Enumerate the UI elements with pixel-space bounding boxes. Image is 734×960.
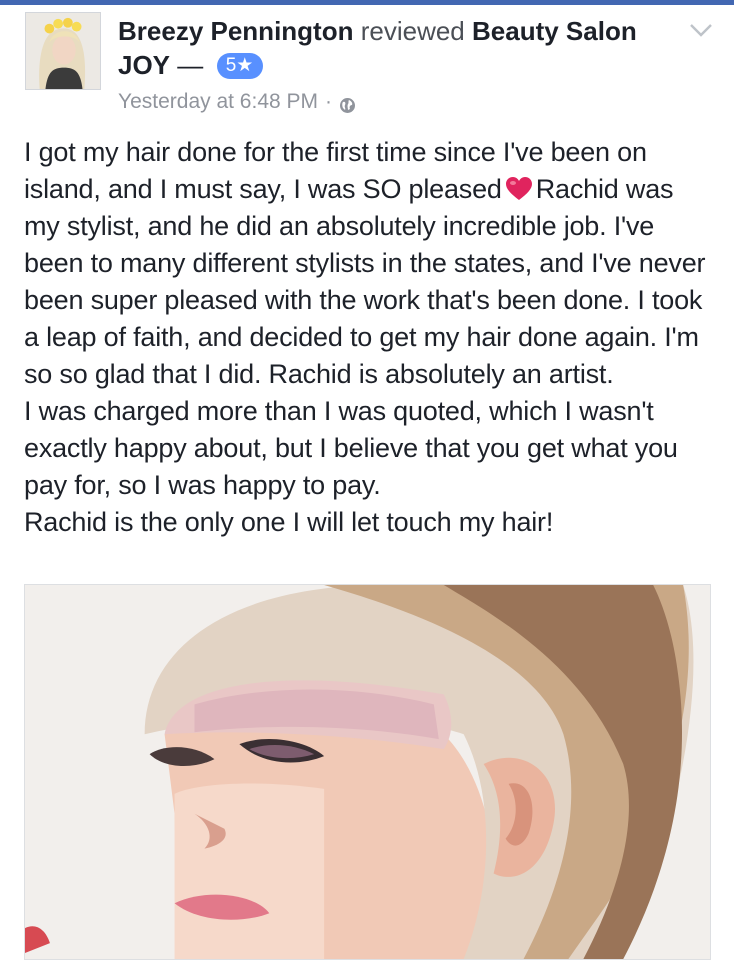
avatar[interactable] bbox=[25, 12, 101, 90]
title-separator: — bbox=[177, 50, 204, 80]
author-name-link[interactable]: Breezy Pennington bbox=[118, 16, 353, 46]
post-timestamp[interactable]: Yesterday at 6:48 PM bbox=[118, 88, 318, 116]
heart-icon bbox=[505, 175, 533, 201]
post-header: Breezy Pennington reviewed Beauty Salon … bbox=[118, 14, 678, 116]
globe-icon bbox=[339, 94, 356, 113]
review-text-part-2: Rachid was my stylist, and he did an abs… bbox=[24, 174, 706, 389]
review-text: I got my hair done for the first time si… bbox=[24, 134, 714, 541]
review-paragraph-1: I got my hair done for the first time si… bbox=[24, 134, 714, 393]
action-text: reviewed bbox=[360, 16, 465, 46]
post-meta: Yesterday at 6:48 PM · bbox=[118, 88, 678, 116]
post-title: Breezy Pennington reviewed Beauty Salon … bbox=[118, 14, 678, 82]
rating-badge: 5★ bbox=[216, 53, 263, 79]
review-paragraph-2: I was charged more than I was quoted, wh… bbox=[24, 396, 678, 500]
meta-dot: · bbox=[325, 90, 333, 113]
chevron-down-icon[interactable] bbox=[689, 22, 713, 38]
review-paragraph-3: Rachid is the only one I will let touch … bbox=[24, 507, 554, 537]
top-bar bbox=[0, 0, 734, 5]
attached-photo[interactable] bbox=[24, 584, 711, 960]
